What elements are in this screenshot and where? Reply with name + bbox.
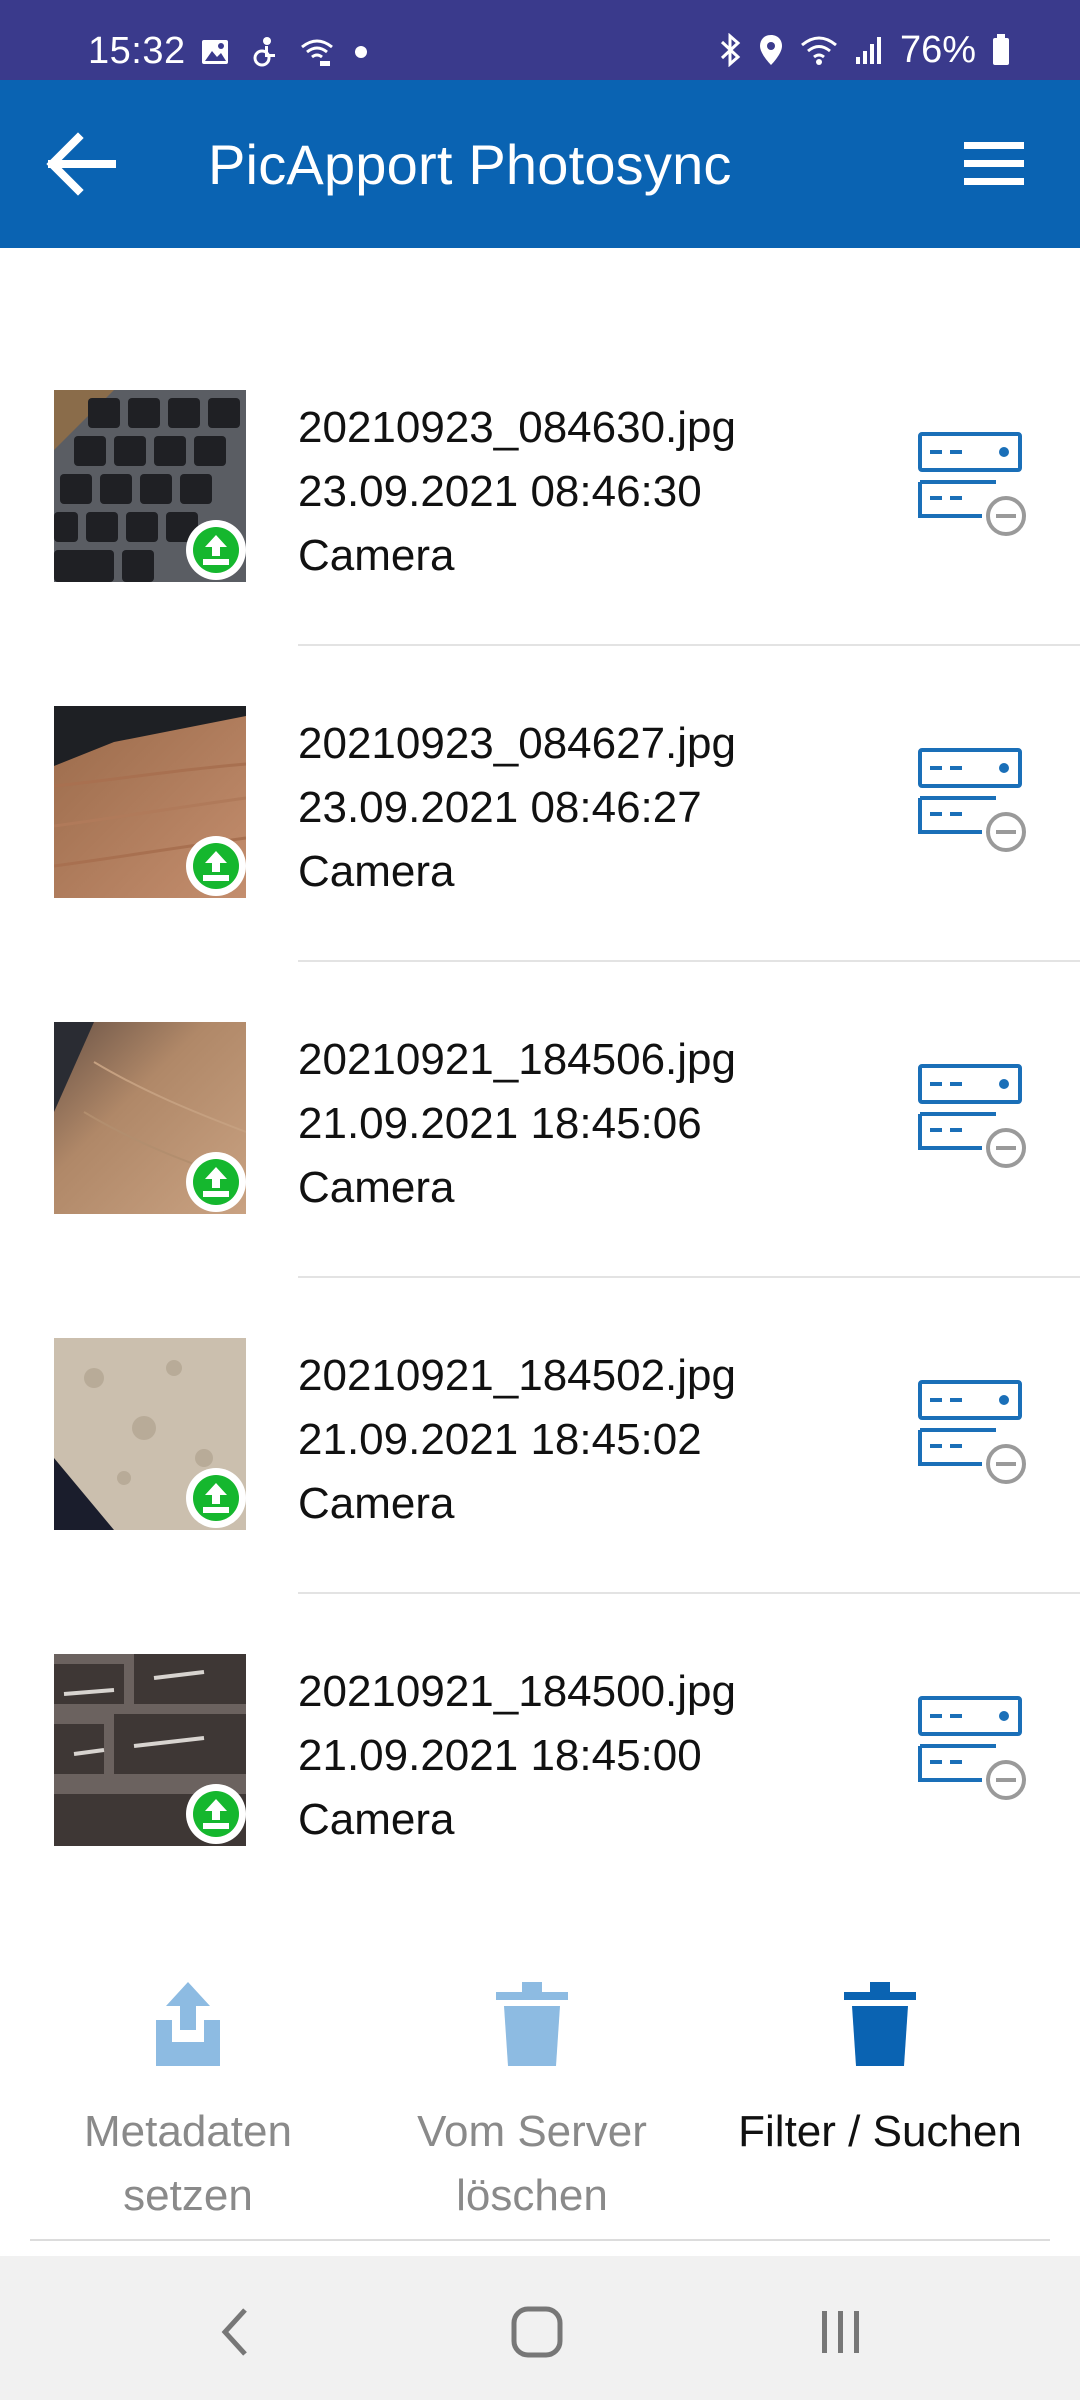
photo-info: 20210921_184502.jpg 21.09.2021 18:45:02 … xyxy=(298,1344,736,1536)
nav-back-button[interactable] xyxy=(195,2292,275,2372)
set-metadata-label-line1: Metadaten xyxy=(84,2107,292,2156)
photo-filename: 20210923_084627.jpg xyxy=(298,719,737,768)
dot-icon xyxy=(355,46,367,58)
status-time: 15:32 xyxy=(88,30,186,72)
set-metadata-button[interactable]: Metadaten setzen xyxy=(8,1950,368,2220)
location-icon xyxy=(759,35,782,65)
chevron-left-icon xyxy=(221,2308,247,2356)
accessibility-icon xyxy=(253,37,275,67)
upload-badge xyxy=(186,836,246,896)
server-remove-icon xyxy=(918,1696,1026,1800)
server-remove-button[interactable] xyxy=(916,746,1030,858)
photo-thumbnail xyxy=(54,1022,246,1214)
photo-source: Camera xyxy=(298,531,455,580)
page-title: PicApport Photosync xyxy=(208,133,732,196)
delete-label-line2: löschen xyxy=(456,2171,608,2220)
list-item[interactable]: 20210921_184502.jpg 21.09.2021 18:45:02 … xyxy=(0,1338,1080,1654)
photo-source: Camera xyxy=(298,1163,455,1212)
photo-filename: 20210921_184506.jpg xyxy=(298,1035,737,1084)
set-metadata-label: Metadaten setzen xyxy=(8,2100,368,2228)
photo-filename: 20210921_184502.jpg xyxy=(298,1351,737,1400)
arrow-back-icon xyxy=(46,132,116,196)
upload-badge xyxy=(186,520,246,580)
photo-thumbnail xyxy=(54,390,246,582)
server-remove-icon xyxy=(918,748,1026,852)
list-item[interactable]: 20210921_184500.jpg 21.09.2021 18:45:00 … xyxy=(0,1654,1080,1908)
server-remove-icon xyxy=(918,1064,1026,1168)
wifi-icon xyxy=(800,36,837,65)
delete-from-server-button[interactable]: Vom Server löschen xyxy=(352,1950,712,2220)
photo-datetime: 21.09.2021 18:45:00 xyxy=(298,1731,702,1780)
photo-datetime: 23.09.2021 08:46:30 xyxy=(298,467,702,516)
server-remove-button[interactable] xyxy=(916,1694,1030,1806)
battery-icon xyxy=(993,34,1009,65)
upload-icon xyxy=(193,1475,239,1521)
photo-thumbnail xyxy=(54,706,246,898)
nav-recents-button[interactable] xyxy=(801,2292,881,2372)
photo-info: 20210923_084630.jpg 23.09.2021 08:46:30 … xyxy=(298,396,736,588)
status-left-icons xyxy=(200,32,368,72)
hamburger-menu-icon xyxy=(964,142,1024,185)
photo-datetime: 21.09.2021 18:45:06 xyxy=(298,1099,702,1148)
recents-icon xyxy=(822,2311,859,2353)
server-remove-button[interactable] xyxy=(916,1062,1030,1174)
photo-datetime: 23.09.2021 08:46:27 xyxy=(298,783,702,832)
server-remove-icon xyxy=(918,1380,1026,1484)
photo-info: 20210921_184506.jpg 21.09.2021 18:45:06 … xyxy=(298,1028,736,1220)
photo-source: Camera xyxy=(298,1479,455,1528)
divider xyxy=(298,1276,1080,1278)
image-icon xyxy=(202,40,228,64)
trash-icon xyxy=(496,1982,568,2066)
system-nav-bar xyxy=(0,2256,1080,2400)
battery-percentage: 76% xyxy=(899,28,976,71)
photo-filename: 20210923_084630.jpg xyxy=(298,403,737,452)
menu-button[interactable] xyxy=(954,124,1034,204)
photo-thumbnail xyxy=(54,1338,246,1530)
server-remove-icon xyxy=(918,432,1026,536)
status-bar: 15:32 76% xyxy=(0,0,1080,80)
list-item[interactable]: 20210921_184506.jpg 21.09.2021 18:45:06 … xyxy=(0,1022,1080,1338)
server-remove-button[interactable] xyxy=(916,1378,1030,1490)
upload-badge xyxy=(186,1152,246,1212)
server-remove-button[interactable] xyxy=(916,430,1030,542)
upload-badge xyxy=(186,1784,246,1844)
photo-datetime: 21.09.2021 18:45:02 xyxy=(298,1415,702,1464)
upload-icon xyxy=(193,1791,239,1837)
divider xyxy=(298,960,1080,962)
bluetooth-icon xyxy=(720,33,741,67)
filter-search-label: Filter / Suchen xyxy=(700,2100,1060,2164)
photo-info: 20210923_084627.jpg 23.09.2021 08:46:27 … xyxy=(298,712,736,904)
filter-label-line1: Filter / Suchen xyxy=(738,2107,1022,2156)
divider xyxy=(298,644,1080,646)
upload-icon xyxy=(193,527,239,573)
delete-label-line1: Vom Server xyxy=(417,2107,647,2156)
list-item[interactable]: 20210923_084627.jpg 23.09.2021 08:46:27 … xyxy=(0,706,1080,1022)
upload-badge xyxy=(186,1468,246,1528)
delete-from-server-label: Vom Server löschen xyxy=(352,2100,712,2228)
set-metadata-label-line2: setzen xyxy=(123,2171,253,2220)
photo-list: 20210923_084630.jpg 23.09.2021 08:46:30 … xyxy=(0,248,1080,1908)
status-right-icons: 76% xyxy=(718,28,1010,71)
nav-home-button[interactable] xyxy=(497,2292,577,2372)
app-bar: PicApport Photosync xyxy=(0,80,1080,248)
wifi-call-icon xyxy=(301,39,333,66)
bottom-toolbar: Metadaten setzen Vom Server löschen Filt… xyxy=(0,1950,1080,2240)
photo-thumbnail xyxy=(54,1654,246,1846)
signal-icon xyxy=(855,37,881,64)
photo-source: Camera xyxy=(298,1795,455,1844)
trash-icon xyxy=(844,1982,916,2066)
upload-icon xyxy=(156,1982,220,2066)
list-item[interactable]: 20210923_084630.jpg 23.09.2021 08:46:30 … xyxy=(0,390,1080,706)
filter-search-button[interactable]: Filter / Suchen xyxy=(700,1950,1060,2220)
upload-icon xyxy=(193,1159,239,1205)
photo-filename: 20210921_184500.jpg xyxy=(298,1667,737,1716)
toolbar-divider xyxy=(30,2239,1050,2241)
home-square-icon xyxy=(511,2306,563,2358)
photo-info: 20210921_184500.jpg 21.09.2021 18:45:00 … xyxy=(298,1660,736,1852)
upload-icon xyxy=(193,843,239,889)
photo-source: Camera xyxy=(298,847,455,896)
divider xyxy=(298,1592,1080,1594)
back-button[interactable] xyxy=(40,124,120,204)
